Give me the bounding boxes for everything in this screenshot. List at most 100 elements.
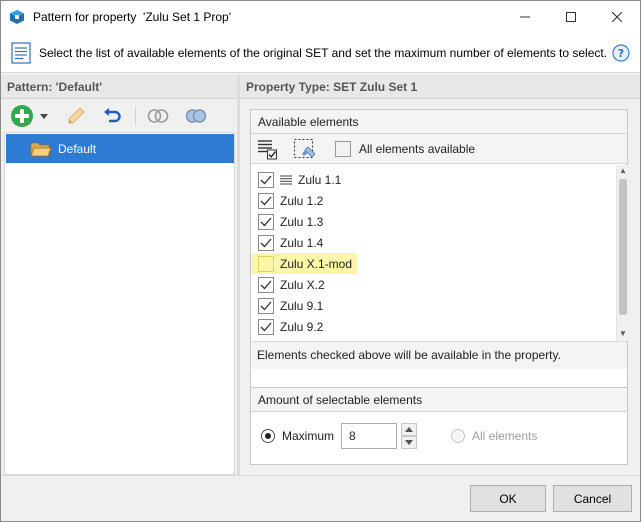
dropdown-arrow-icon <box>40 113 48 119</box>
list-item[interactable]: Zulu 1.4 <box>251 232 616 253</box>
item-checkbox[interactable] <box>258 318 274 335</box>
add-icon <box>11 105 33 127</box>
list-lines-icon <box>280 175 292 184</box>
checkmark-icon <box>260 196 272 205</box>
list-item[interactable]: Zulu 1.2 <box>251 190 616 211</box>
item-checkbox[interactable] <box>258 171 274 188</box>
maximize-button[interactable] <box>548 1 594 33</box>
available-elements-toolbar: All elements available <box>251 134 627 164</box>
item-checkbox[interactable] <box>258 234 274 251</box>
edit-icon <box>68 107 85 124</box>
add-pattern-button[interactable] <box>9 104 35 128</box>
undo-icon <box>104 108 121 123</box>
list-item[interactable]: Zulu 1.1 <box>251 169 616 190</box>
item-checkbox[interactable] <box>258 192 274 209</box>
list-item[interactable]: Zulu 9.2 <box>251 316 616 337</box>
item-label: Zulu 1.4 <box>280 235 324 250</box>
list-item[interactable]: Zulu 9.1 <box>251 295 616 316</box>
list-scrollbar[interactable]: ▲ ▼ <box>616 165 628 341</box>
list-item[interactable]: Zulu 1.3 <box>251 211 616 232</box>
list-item[interactable]: Zulu X.2 <box>251 274 616 295</box>
available-elements-footer: Elements checked above will be available… <box>251 341 627 369</box>
checkmark-icon <box>260 238 272 247</box>
item-label: Zulu 1.3 <box>280 214 324 229</box>
item-checkbox[interactable] <box>258 297 274 314</box>
tree-item-default[interactable]: Default <box>6 134 234 163</box>
link-rings-icon <box>147 109 169 123</box>
pattern-header: Pattern: 'Default' <box>1 75 237 99</box>
checkmark-icon <box>260 280 272 289</box>
checkmark-icon <box>260 175 272 184</box>
app-logo-icon <box>10 10 24 24</box>
link-pattern-button[interactable] <box>145 104 171 128</box>
minimize-button[interactable] <box>502 1 548 33</box>
maximize-icon <box>566 12 576 22</box>
pattern-tree: Default <box>4 132 235 475</box>
add-dropdown-button[interactable] <box>38 104 50 128</box>
checkmark-icon <box>260 301 272 310</box>
maximum-stepper <box>401 423 417 449</box>
all-elements-available-checkbox[interactable] <box>335 141 351 157</box>
stepper-up-button[interactable] <box>401 423 417 436</box>
property-type-header: Property Type: SET Zulu Set 1 <box>240 75 640 99</box>
link-rings-filled-icon <box>185 109 207 123</box>
scroll-thumb[interactable] <box>619 179 627 315</box>
item-checkbox[interactable] <box>258 276 274 293</box>
clear-selection-icon[interactable] <box>293 138 317 160</box>
property-pane: Property Type: SET Zulu Set 1 Available … <box>240 75 640 475</box>
item-label: Zulu 9.1 <box>280 298 324 313</box>
instruction-bar: Select the list of available elements of… <box>1 33 640 73</box>
pattern-toolbar <box>1 99 237 133</box>
dialog-window: Pattern for property 'Zulu Set 1 Prop' S… <box>0 0 641 522</box>
amount-body: Maximum 8 All elements <box>251 412 627 464</box>
available-elements-list: Zulu 1.1 Zulu 1.2 Zulu 1.3 Zulu 1.4 Zulu… <box>251 165 616 341</box>
item-label: Zulu X.1-mod <box>280 256 353 271</box>
item-label: Zulu 9.2 <box>280 319 324 334</box>
svg-text:?: ? <box>618 47 624 60</box>
item-label: Zulu 1.1 <box>298 172 342 187</box>
all-elements-radio[interactable] <box>451 429 465 443</box>
link-pattern-filled-button[interactable] <box>183 104 209 128</box>
radio-dot <box>265 433 271 439</box>
dialog-footer: OK Cancel <box>1 475 640 521</box>
close-button[interactable] <box>594 1 640 33</box>
document-list-icon <box>11 42 31 64</box>
scroll-down-icon[interactable]: ▼ <box>619 330 627 338</box>
checkmark-icon <box>260 322 272 331</box>
title-bar: Pattern for property 'Zulu Set 1 Prop' <box>1 1 640 33</box>
item-label: Zulu X.2 <box>280 277 325 292</box>
stepper-down-button[interactable] <box>401 436 417 449</box>
help-icon[interactable]: ? <box>612 44 630 62</box>
window-title: Pattern for property 'Zulu Set 1 Prop' <box>33 10 232 24</box>
edit-pattern-button[interactable] <box>64 104 88 128</box>
close-icon <box>612 12 622 22</box>
all-elements-available-toggle[interactable]: All elements available <box>335 141 475 157</box>
checkmark-icon <box>260 217 272 226</box>
available-elements-title: Available elements <box>251 110 627 134</box>
minimize-icon <box>520 16 530 18</box>
all-elements-label: All elements <box>472 429 538 443</box>
check-all-icon[interactable] <box>257 138 279 160</box>
maximum-value-input[interactable]: 8 <box>341 423 397 449</box>
ok-button[interactable]: OK <box>470 485 546 512</box>
triangle-up-icon <box>405 427 413 432</box>
toolbar-separator <box>135 107 136 125</box>
cancel-button[interactable]: Cancel <box>553 485 632 512</box>
amount-selectable-title: Amount of selectable elements <box>251 388 627 412</box>
item-checkbox[interactable] <box>258 255 274 272</box>
all-elements-option[interactable]: All elements <box>451 429 537 443</box>
list-item-highlighted[interactable]: Zulu X.1-mod <box>251 253 357 274</box>
available-elements-group: Available elements All elements availabl… <box>250 109 628 401</box>
maximum-radio[interactable] <box>261 429 275 443</box>
amount-selectable-group: Amount of selectable elements Maximum 8 <box>250 387 628 465</box>
undo-button[interactable] <box>100 104 124 128</box>
folder-open-icon <box>30 142 52 156</box>
triangle-down-icon <box>405 440 413 445</box>
all-elements-available-label: All elements available <box>359 142 476 156</box>
pattern-pane: Pattern: 'Default' Default <box>1 75 237 475</box>
item-checkbox[interactable] <box>258 213 274 230</box>
scroll-up-icon[interactable]: ▲ <box>619 167 627 175</box>
maximum-option[interactable]: Maximum <box>261 429 334 443</box>
maximum-label: Maximum <box>282 429 335 443</box>
tree-item-label: Default <box>58 141 97 156</box>
